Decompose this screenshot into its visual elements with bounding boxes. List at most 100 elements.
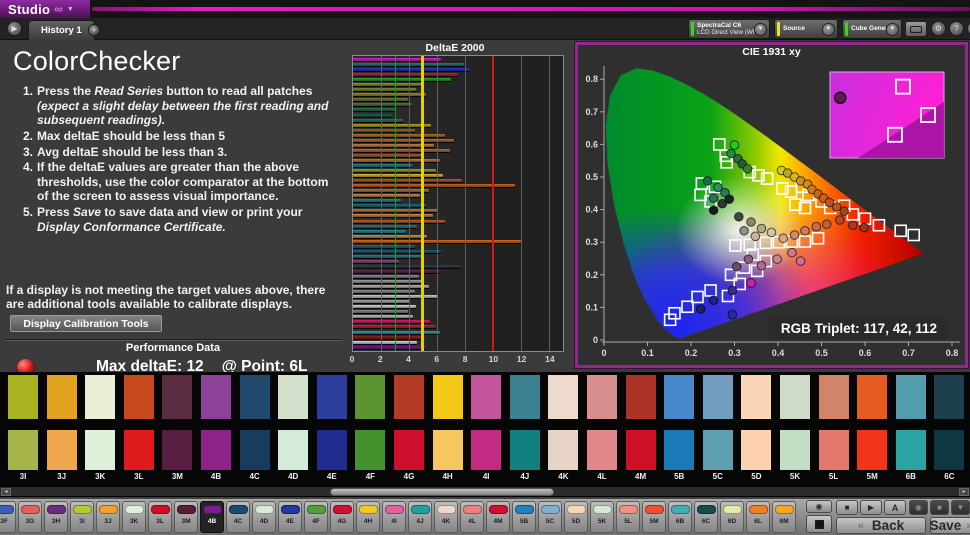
measured-swatch[interactable] — [355, 375, 385, 419]
cie-chart-panel[interactable]: CIE 1931 xy — [575, 42, 968, 368]
patch-chip-4I[interactable]: 4I — [382, 501, 406, 533]
target-swatch[interactable] — [934, 430, 964, 470]
measured-swatch[interactable] — [664, 375, 694, 419]
patch-chip-4B[interactable]: 4B — [200, 501, 224, 533]
osd-toggle-button[interactable] — [905, 21, 927, 37]
patch-chip-3F[interactable]: 3F — [0, 501, 16, 533]
scroll-left-arrow[interactable]: ◂ — [1, 488, 11, 496]
measured-swatch[interactable] — [124, 375, 154, 419]
target-swatch[interactable] — [8, 430, 38, 470]
measured-swatch[interactable] — [703, 375, 733, 419]
auto-read-button[interactable]: A — [884, 500, 906, 515]
comparator-scrollbar[interactable]: ◂ ▸ — [0, 486, 970, 497]
patch-chip-6L[interactable]: 6L — [746, 501, 770, 533]
generator-dropdown[interactable]: Cube Generator ▼ — [842, 19, 902, 39]
patch-chip-5M[interactable]: 5M — [642, 501, 666, 533]
measured-swatch[interactable] — [47, 375, 77, 419]
aux-button-2[interactable]: ■ — [930, 500, 949, 515]
target-swatch[interactable] — [780, 430, 810, 470]
target-swatch[interactable] — [819, 430, 849, 470]
measured-swatch[interactable] — [8, 375, 38, 419]
target-swatch[interactable] — [240, 430, 270, 470]
measured-swatch[interactable] — [240, 375, 270, 419]
measured-swatch[interactable] — [780, 375, 810, 419]
patch-chip-4L[interactable]: 4L — [460, 501, 484, 533]
measured-swatch[interactable] — [896, 375, 926, 419]
measured-swatch[interactable] — [394, 375, 424, 419]
measured-swatch[interactable] — [819, 375, 849, 419]
measured-swatch[interactable] — [934, 375, 964, 419]
deltae-plot-area[interactable] — [352, 55, 564, 352]
patch-chip-5B[interactable]: 5B — [512, 501, 536, 533]
read-series-button[interactable]: ▶ — [860, 500, 882, 515]
scrollbar-thumb[interactable] — [330, 488, 554, 496]
patch-chip-5K[interactable]: 5K — [590, 501, 614, 533]
measured-swatch[interactable] — [85, 375, 115, 419]
target-swatch[interactable] — [741, 430, 771, 470]
read-patch-button[interactable]: ◉ — [806, 500, 832, 513]
chevron-down-icon[interactable]: ▼ — [886, 23, 899, 36]
target-swatch[interactable] — [896, 430, 926, 470]
patch-chip-4F[interactable]: 4F — [304, 501, 328, 533]
target-swatch[interactable] — [278, 430, 308, 470]
target-swatch[interactable] — [47, 430, 77, 470]
target-swatch[interactable] — [510, 430, 540, 470]
aux-button-1[interactable]: ◉ — [909, 500, 928, 515]
target-swatch[interactable] — [162, 430, 192, 470]
target-swatch[interactable] — [471, 430, 501, 470]
measured-swatch[interactable] — [201, 375, 231, 419]
measured-swatch[interactable] — [548, 375, 578, 419]
target-swatch[interactable] — [626, 430, 656, 470]
patch-chip-4M[interactable]: 4M — [486, 501, 510, 533]
patch-chip-6B[interactable]: 6B — [668, 501, 692, 533]
patch-chip-4J[interactable]: 4J — [408, 501, 432, 533]
target-swatch[interactable] — [587, 430, 617, 470]
target-swatch[interactable] — [355, 430, 385, 470]
back-button[interactable]: « Back — [836, 517, 926, 534]
add-tab-button[interactable]: + — [88, 24, 100, 36]
patch-chip-4H[interactable]: 4H — [356, 501, 380, 533]
scroll-right-arrow[interactable]: ▸ — [959, 488, 969, 496]
patch-chip-3H[interactable]: 3H — [44, 501, 68, 533]
meter-dropdown[interactable]: SpectraCal C6 LCD Direct View (White LED… — [688, 19, 770, 39]
help-button[interactable]: ? — [949, 21, 964, 36]
patch-chip-6M[interactable]: 6M — [772, 501, 796, 533]
save-button[interactable]: Save » — [930, 517, 970, 534]
app-menu[interactable]: Studio ∞ ▼ — [0, 0, 90, 18]
target-swatch[interactable] — [433, 430, 463, 470]
patch-chip-5D[interactable]: 5D — [564, 501, 588, 533]
chevron-down-icon[interactable]: ▼ — [754, 23, 767, 36]
patch-chip-4K[interactable]: 4K — [434, 501, 458, 533]
patch-chip-3L[interactable]: 3L — [148, 501, 172, 533]
target-swatch[interactable] — [317, 430, 347, 470]
target-swatch[interactable] — [394, 430, 424, 470]
measured-swatch[interactable] — [857, 375, 887, 419]
measured-swatch[interactable] — [433, 375, 463, 419]
measured-swatch[interactable] — [626, 375, 656, 419]
target-swatch[interactable] — [124, 430, 154, 470]
tab-history[interactable]: History 1 — [28, 20, 95, 40]
target-swatch[interactable] — [857, 430, 887, 470]
source-dropdown[interactable]: Source ▼ — [774, 19, 838, 39]
layout-play-button[interactable]: ▶ — [7, 21, 22, 36]
measured-swatch[interactable] — [317, 375, 347, 419]
display-calibration-tools-button[interactable]: Display Calibration Tools — [10, 315, 162, 332]
target-swatch[interactable] — [703, 430, 733, 470]
target-swatch[interactable] — [548, 430, 578, 470]
stop-series-button[interactable] — [806, 515, 832, 533]
patch-chip-3G[interactable]: 3G — [18, 501, 42, 533]
settings-button[interactable]: ⚙ — [931, 21, 946, 36]
aux-button-3[interactable]: ▼ — [951, 500, 970, 515]
patch-chip-3K[interactable]: 3K — [122, 501, 146, 533]
patch-chip-5L[interactable]: 5L — [616, 501, 640, 533]
stop-button[interactable]: ■ — [836, 500, 858, 515]
target-swatch[interactable] — [85, 430, 115, 470]
patch-chip-4G[interactable]: 4G — [330, 501, 354, 533]
measured-swatch[interactable] — [278, 375, 308, 419]
measured-swatch[interactable] — [587, 375, 617, 419]
patch-chip-3J[interactable]: 3J — [96, 501, 120, 533]
patch-chip-4E[interactable]: 4E — [278, 501, 302, 533]
target-swatch[interactable] — [201, 430, 231, 470]
patch-chip-4D[interactable]: 4D — [252, 501, 276, 533]
measured-swatch[interactable] — [162, 375, 192, 419]
